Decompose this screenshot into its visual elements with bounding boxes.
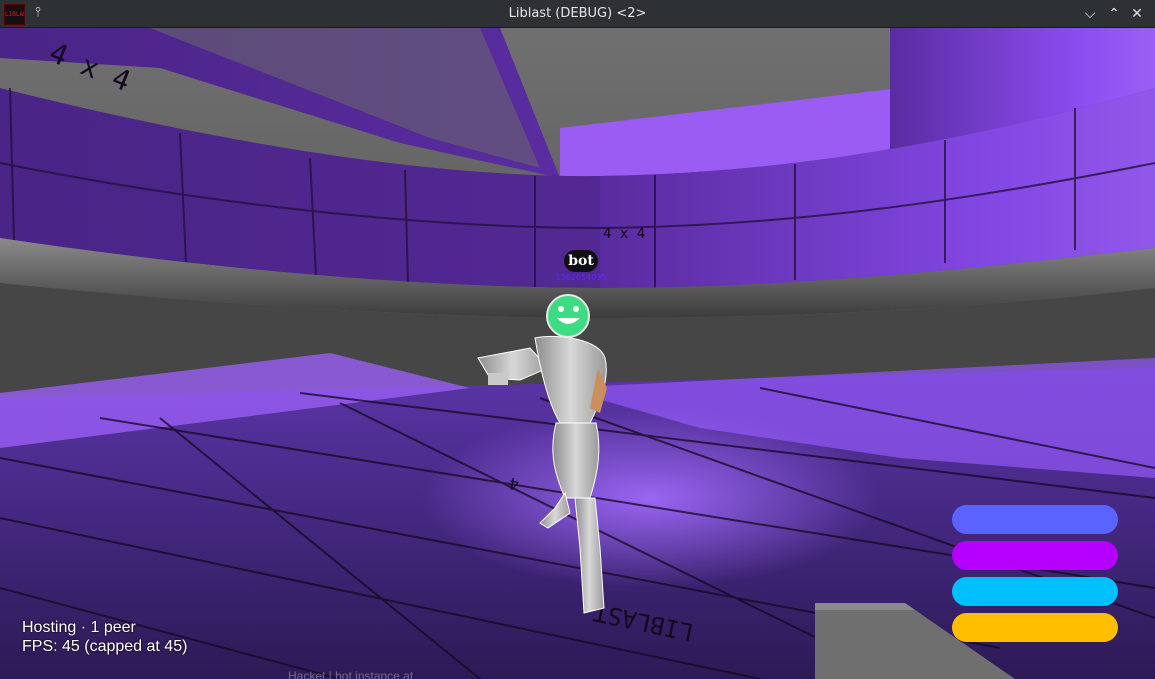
status-bar-blue (952, 505, 1118, 534)
status-bar-yellow (952, 613, 1118, 642)
chevron-down-icon[interactable]: ⌵ (1080, 4, 1100, 24)
status-bar-cyan (952, 577, 1118, 606)
player-name: bot (564, 250, 598, 272)
status-bar-purple (952, 541, 1118, 570)
close-icon[interactable]: ✕ (1127, 4, 1147, 24)
window-title: Liblast (DEBUG) <2> (508, 6, 647, 21)
chat-fade-text: Hacket | bot instance at (288, 669, 414, 679)
status-bars (952, 505, 1118, 649)
fps-counter: FPS: 45 (capped at 45) (22, 638, 188, 655)
chevron-up-icon[interactable]: ⌃ (1104, 4, 1124, 24)
player-id: 1362054035 (555, 273, 607, 282)
network-status: Hosting · 1 peer FPS: 45 (capped at 45) (22, 618, 187, 656)
player-nametag: bot 1362054035 (553, 250, 609, 283)
wall-marking: 4 x 4 (603, 226, 645, 242)
hosting-status-text: Hosting · 1 peer (22, 619, 136, 636)
game-viewport[interactable]: 4 x 4 4 x 4 LIBLAST 4 bot 1362054035 Hos… (0, 28, 1155, 679)
title-bar[interactable]: LIBLAST ⫯ Liblast (DEBUG) <2> ⌵ ⌃ ✕ (0, 0, 1155, 28)
game-window: LIBLAST ⫯ Liblast (DEBUG) <2> ⌵ ⌃ ✕ (0, 0, 1155, 679)
